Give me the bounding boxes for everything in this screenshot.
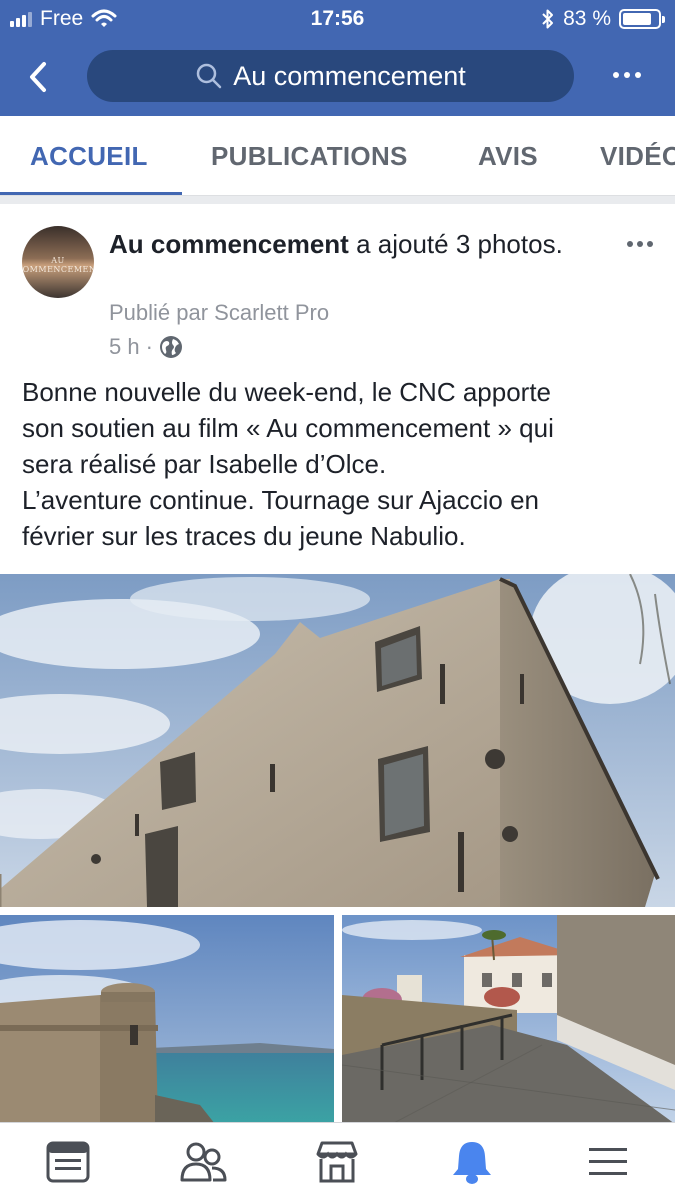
- menu-icon: [589, 1148, 627, 1175]
- tab-accueil[interactable]: ACCUEIL: [30, 116, 148, 195]
- nav-friends[interactable]: [178, 1137, 228, 1187]
- page-tabs: ACCUEIL PUBLICATIONS AVIS VIDÉOS: [0, 116, 675, 196]
- tab-videos[interactable]: VIDÉOS: [600, 116, 675, 195]
- post-line: février sur les traces du jeune Nabulio.: [22, 521, 466, 551]
- post-photo-street[interactable]: [342, 915, 675, 1124]
- post-meta: 5 h ·: [109, 334, 183, 360]
- meta-separator: ·: [145, 334, 153, 359]
- post-line: sera réalisé par Isabelle d’Olce.: [22, 449, 387, 479]
- dot: [624, 72, 630, 78]
- status-right: 83 %: [541, 7, 665, 31]
- app-screen: Free 17:56 83 % Au commencement ACCUEIL …: [0, 0, 675, 1200]
- battery-level: [623, 13, 651, 25]
- published-by: Publié par Scarlett Pro: [109, 300, 330, 325]
- post-line: son soutien au film « Au commencement » …: [22, 413, 554, 443]
- top-bar: Free 17:56 83 % Au commencement: [0, 0, 675, 116]
- bluetooth-icon: [542, 9, 554, 29]
- post-photo-citadel[interactable]: [0, 915, 334, 1124]
- search-icon: [196, 63, 222, 89]
- post-photo-building[interactable]: [0, 574, 675, 907]
- tab-avis[interactable]: AVIS: [478, 116, 538, 195]
- dot: [635, 72, 641, 78]
- citadel-photo-art: [0, 915, 334, 1124]
- post-text: Bonne nouvelle du week-end, le CNC appor…: [22, 374, 662, 554]
- search-bar[interactable]: Au commencement: [87, 50, 574, 102]
- building-photo-art: [0, 574, 675, 907]
- nav-news-feed[interactable]: [43, 1137, 93, 1187]
- status-bar: Free 17:56 83 %: [0, 0, 675, 38]
- post-headline: Au commencement a ajouté 3 photos.: [109, 226, 599, 262]
- post-line: L’aventure continue. Tournage sur Ajacci…: [22, 485, 539, 515]
- nav-menu[interactable]: [583, 1137, 633, 1187]
- street-photo-art: [342, 915, 675, 1124]
- dot: [627, 241, 633, 247]
- page-name-link[interactable]: Au commencement: [109, 229, 349, 259]
- notifications-bell-icon: [453, 1142, 491, 1184]
- battery-percent: 83 %: [563, 7, 611, 30]
- post-timestamp[interactable]: 5 h: [109, 334, 140, 360]
- bottom-navigation: [0, 1122, 675, 1200]
- battery-icon: [619, 9, 665, 29]
- nav-marketplace[interactable]: [312, 1137, 362, 1187]
- dot: [613, 72, 619, 78]
- marketplace-icon: [316, 1141, 358, 1183]
- post-action: a ajouté 3 photos.: [356, 229, 563, 259]
- friends-icon: [180, 1142, 227, 1182]
- tab-publications[interactable]: PUBLICATIONS: [211, 116, 408, 195]
- dot: [647, 241, 653, 247]
- dot: [637, 241, 643, 247]
- active-tab-indicator: [0, 192, 182, 195]
- post-line: Bonne nouvelle du week-end, le CNC appor…: [22, 377, 552, 407]
- post-card: AU COMMENCEMENT Au commencement a ajouté…: [0, 204, 675, 1124]
- battery-tip: [662, 16, 665, 23]
- chevron-left-icon: [30, 62, 46, 92]
- back-button[interactable]: [18, 55, 58, 99]
- globe-icon: [159, 336, 182, 358]
- nav-notifications[interactable]: [447, 1137, 497, 1187]
- search-query: Au commencement: [233, 60, 466, 91]
- news-feed-icon: [46, 1141, 90, 1183]
- post-options-button[interactable]: [618, 232, 662, 256]
- avatar[interactable]: AU COMMENCEMENT: [22, 226, 94, 298]
- avatar-logo-text: AU COMMENCEMENT: [22, 256, 94, 274]
- more-options-button[interactable]: [605, 60, 649, 90]
